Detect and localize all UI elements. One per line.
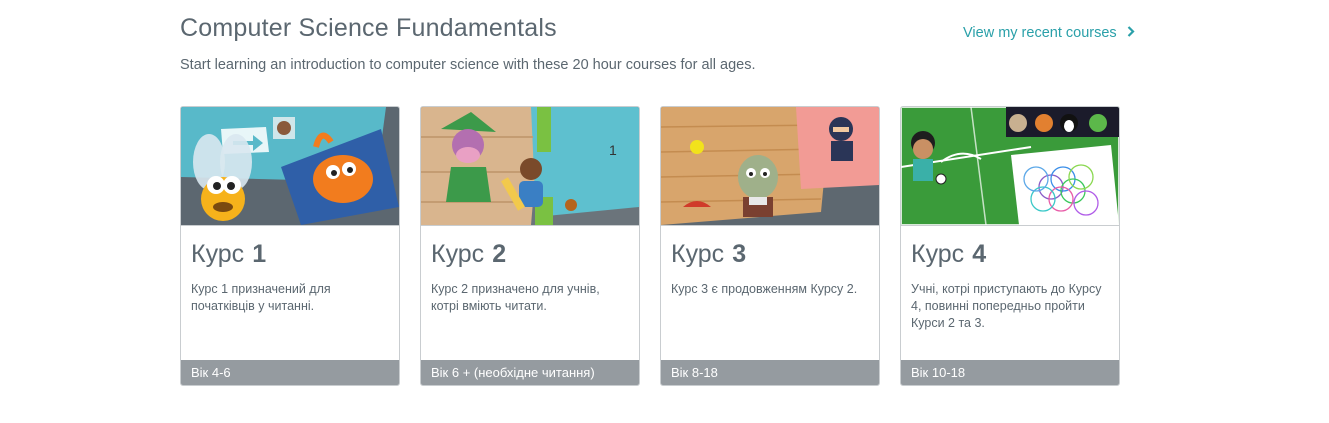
course-1-description: Курс 1 призначений для початківців у чит…	[191, 282, 331, 313]
course-3-title: Курс 3	[671, 240, 747, 268]
course-4-description: Учні, котрі приступають до Курсу 4, пови…	[911, 282, 1102, 330]
course-card-1[interactable]: Курс 1 Курс 1 призначений для початківців…	[180, 106, 400, 386]
view-recent-courses-link[interactable]: View my recent courses	[963, 25, 1135, 41]
course-card-2[interactable]: 1 Курс 2 Курс 2 призначено для учнів, кот…	[420, 106, 640, 386]
page-subtitle: Start learning an introduction to comput…	[180, 57, 756, 73]
course-1-thumbnail	[181, 107, 399, 226]
course-2-thumbnail: 1	[421, 107, 639, 226]
chevron-right-icon	[1127, 25, 1135, 41]
view-recent-courses-label: View my recent courses	[963, 25, 1117, 41]
course-3-age-badge: Вік 8-18	[661, 360, 879, 385]
course-4-title: Курс 4	[911, 240, 987, 268]
course-3-thumbnail	[661, 107, 879, 226]
course-2-title: Курс 2	[431, 240, 507, 268]
course-4-age-badge: Вік 10-18	[901, 360, 1119, 385]
course-1-title: Курс 1	[191, 240, 267, 268]
course-1-age-badge: Вік 4-6	[181, 360, 399, 385]
course-4-thumbnail	[901, 107, 1119, 226]
course-2-age-badge: Вік 6 + (необхідне читання)	[421, 360, 639, 385]
svg-text:1: 1	[609, 142, 617, 158]
course-2-description: Курс 2 призначено для учнів, котрі вміют…	[431, 282, 600, 313]
page-title: Computer Science Fundamentals	[180, 14, 557, 42]
course-card-4[interactable]: Курс 4 Учні, котрі приступають до Курсу 4…	[900, 106, 1120, 386]
course-card-list: Курс 1 Курс 1 призначений для початківців…	[180, 106, 1120, 386]
course-card-3[interactable]: Курс 3 Курс 3 є продовженням Курсу 2. Вік…	[660, 106, 880, 386]
course-3-description: Курс 3 є продовженням Курсу 2.	[671, 282, 858, 296]
